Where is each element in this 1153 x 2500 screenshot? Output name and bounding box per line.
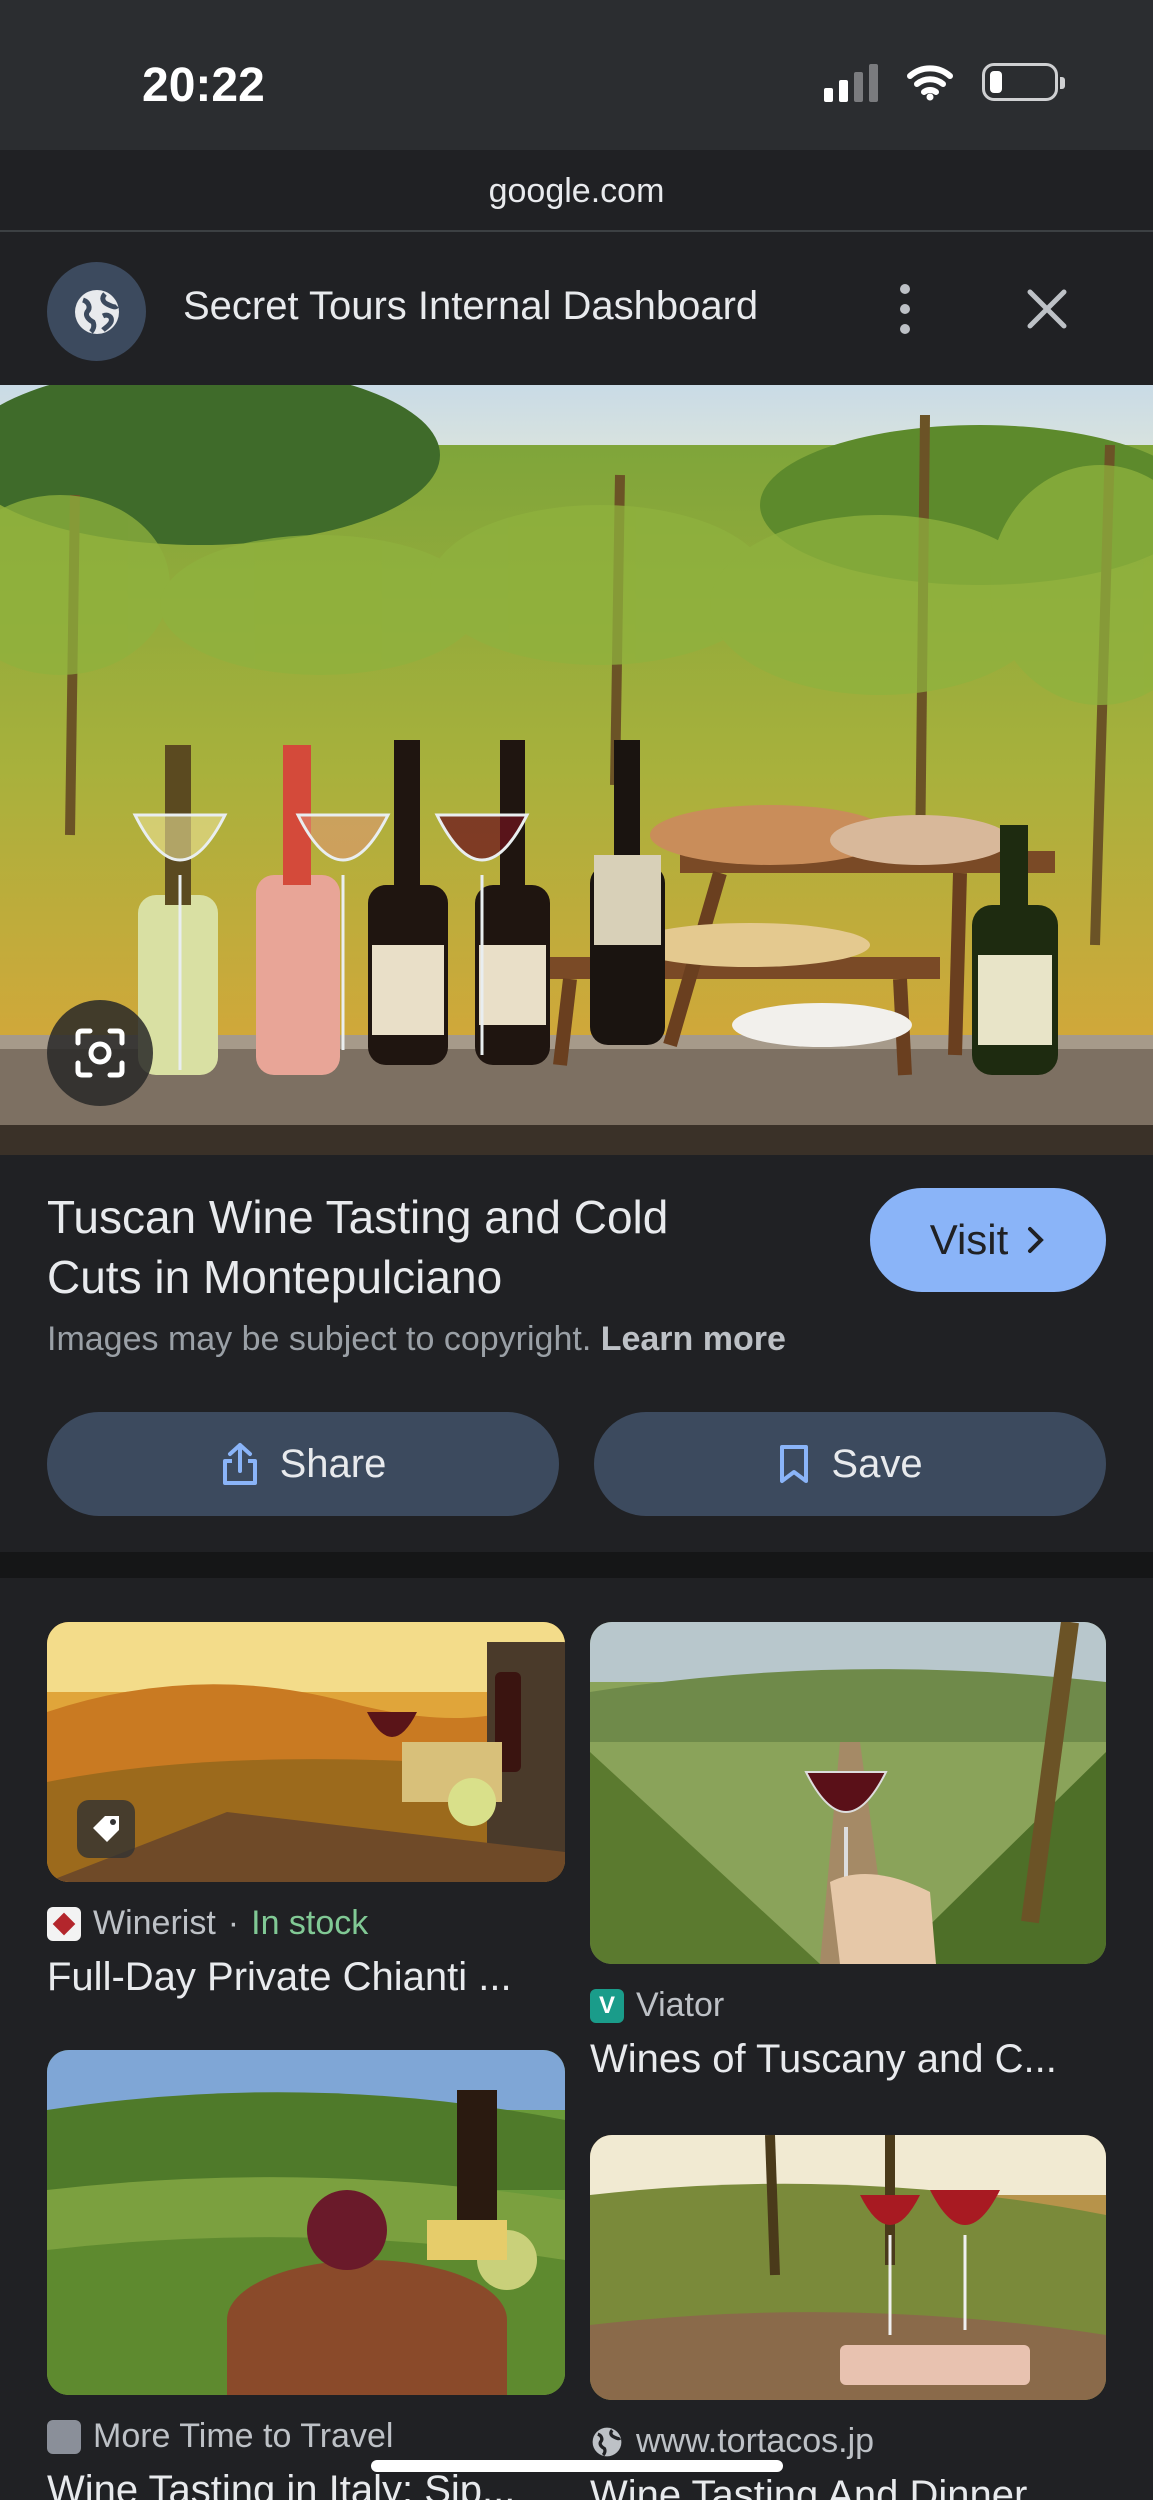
related-title[interactable]: Full-Day Private Chianti ...	[47, 1955, 565, 2000]
related-title[interactable]: Wine Tasting And Dinner...	[590, 2473, 1106, 2500]
related-source: More Time to Travel	[47, 2417, 565, 2456]
signal-icon	[824, 62, 878, 102]
learn-more-link[interactable]: Learn more	[601, 1320, 786, 1358]
related-title[interactable]: Wine Tasting in Italy: Sip...	[47, 2468, 565, 2500]
related-image	[590, 1622, 1106, 1964]
save-button[interactable]: Save	[594, 1412, 1106, 1516]
url-bar[interactable]: google.com	[0, 172, 1153, 211]
globe-icon	[592, 2427, 622, 2456]
share-icon	[222, 1443, 257, 1485]
tag-badge	[77, 1800, 135, 1858]
site-favicon	[47, 262, 146, 361]
chevron-right-icon	[1028, 1227, 1045, 1253]
availability-badge: In stock	[251, 1904, 369, 1942]
bookmark-icon	[780, 1445, 809, 1483]
section-divider	[0, 1552, 1153, 1578]
hero-image[interactable]	[0, 385, 1153, 1155]
copyright-notice: Images may be subject to copyright. Lear…	[47, 1320, 786, 1359]
result-title[interactable]: Tuscan Wine Tasting and Cold Cuts in Mon…	[47, 1187, 747, 1307]
lens-icon	[75, 1028, 125, 1078]
share-button[interactable]: Share	[47, 1412, 559, 1516]
status-icons	[824, 62, 1065, 102]
result-header: Secret Tours Internal Dashboard	[0, 230, 1153, 385]
related-card[interactable]: www.tortacos.jp Wine Tasting And Dinner.…	[590, 2135, 1106, 2500]
related-image	[47, 2050, 565, 2395]
source-name: More Time to Travel	[93, 2417, 394, 2455]
winerist-favicon	[47, 1906, 81, 1941]
visit-button[interactable]: Visit	[870, 1188, 1106, 1292]
more-time-to-travel-favicon	[47, 2419, 81, 2454]
status-time: 20:22	[142, 59, 265, 112]
related-source: Winerist · In stock	[47, 1904, 565, 1943]
copyright-text: Images may be subject to copyright.	[47, 1320, 592, 1358]
source-name: www.tortacos.jp	[636, 2422, 875, 2460]
source-name: Viator	[636, 1986, 725, 2024]
related-source: V Viator	[590, 1986, 1106, 2025]
battery-icon	[982, 63, 1065, 101]
wine-tasting-photo	[0, 385, 1153, 1155]
related-title[interactable]: Wines of Tuscany and C...	[590, 2037, 1106, 2082]
related-card[interactable]: More Time to Travel Wine Tasting in Ital…	[47, 2050, 565, 2500]
status-bar: 20:22 google.com	[0, 0, 1153, 210]
wifi-icon	[907, 65, 953, 101]
close-icon[interactable]	[1022, 284, 1072, 334]
more-vert-icon[interactable]	[890, 284, 920, 334]
related-card[interactable]: V Viator Wines of Tuscany and C...	[590, 1622, 1106, 2082]
site-title: Secret Tours Internal Dashboard	[183, 284, 759, 328]
share-label: Share	[279, 1441, 387, 1486]
viator-favicon: V	[590, 1988, 624, 2023]
source-separator: ·	[227, 1904, 240, 1942]
lens-button[interactable]	[47, 1000, 153, 1106]
source-name: Winerist	[93, 1904, 216, 1942]
related-source: www.tortacos.jp	[590, 2422, 1106, 2461]
globe-icon	[74, 289, 119, 334]
tag-icon	[93, 1816, 119, 1842]
home-indicator[interactable]	[371, 2460, 783, 2472]
related-card[interactable]: Winerist · In stock Full-Day Private Chi…	[47, 1622, 565, 2000]
visit-label: Visit	[929, 1216, 1009, 1263]
related-image	[590, 2135, 1106, 2400]
save-label: Save	[831, 1441, 923, 1486]
